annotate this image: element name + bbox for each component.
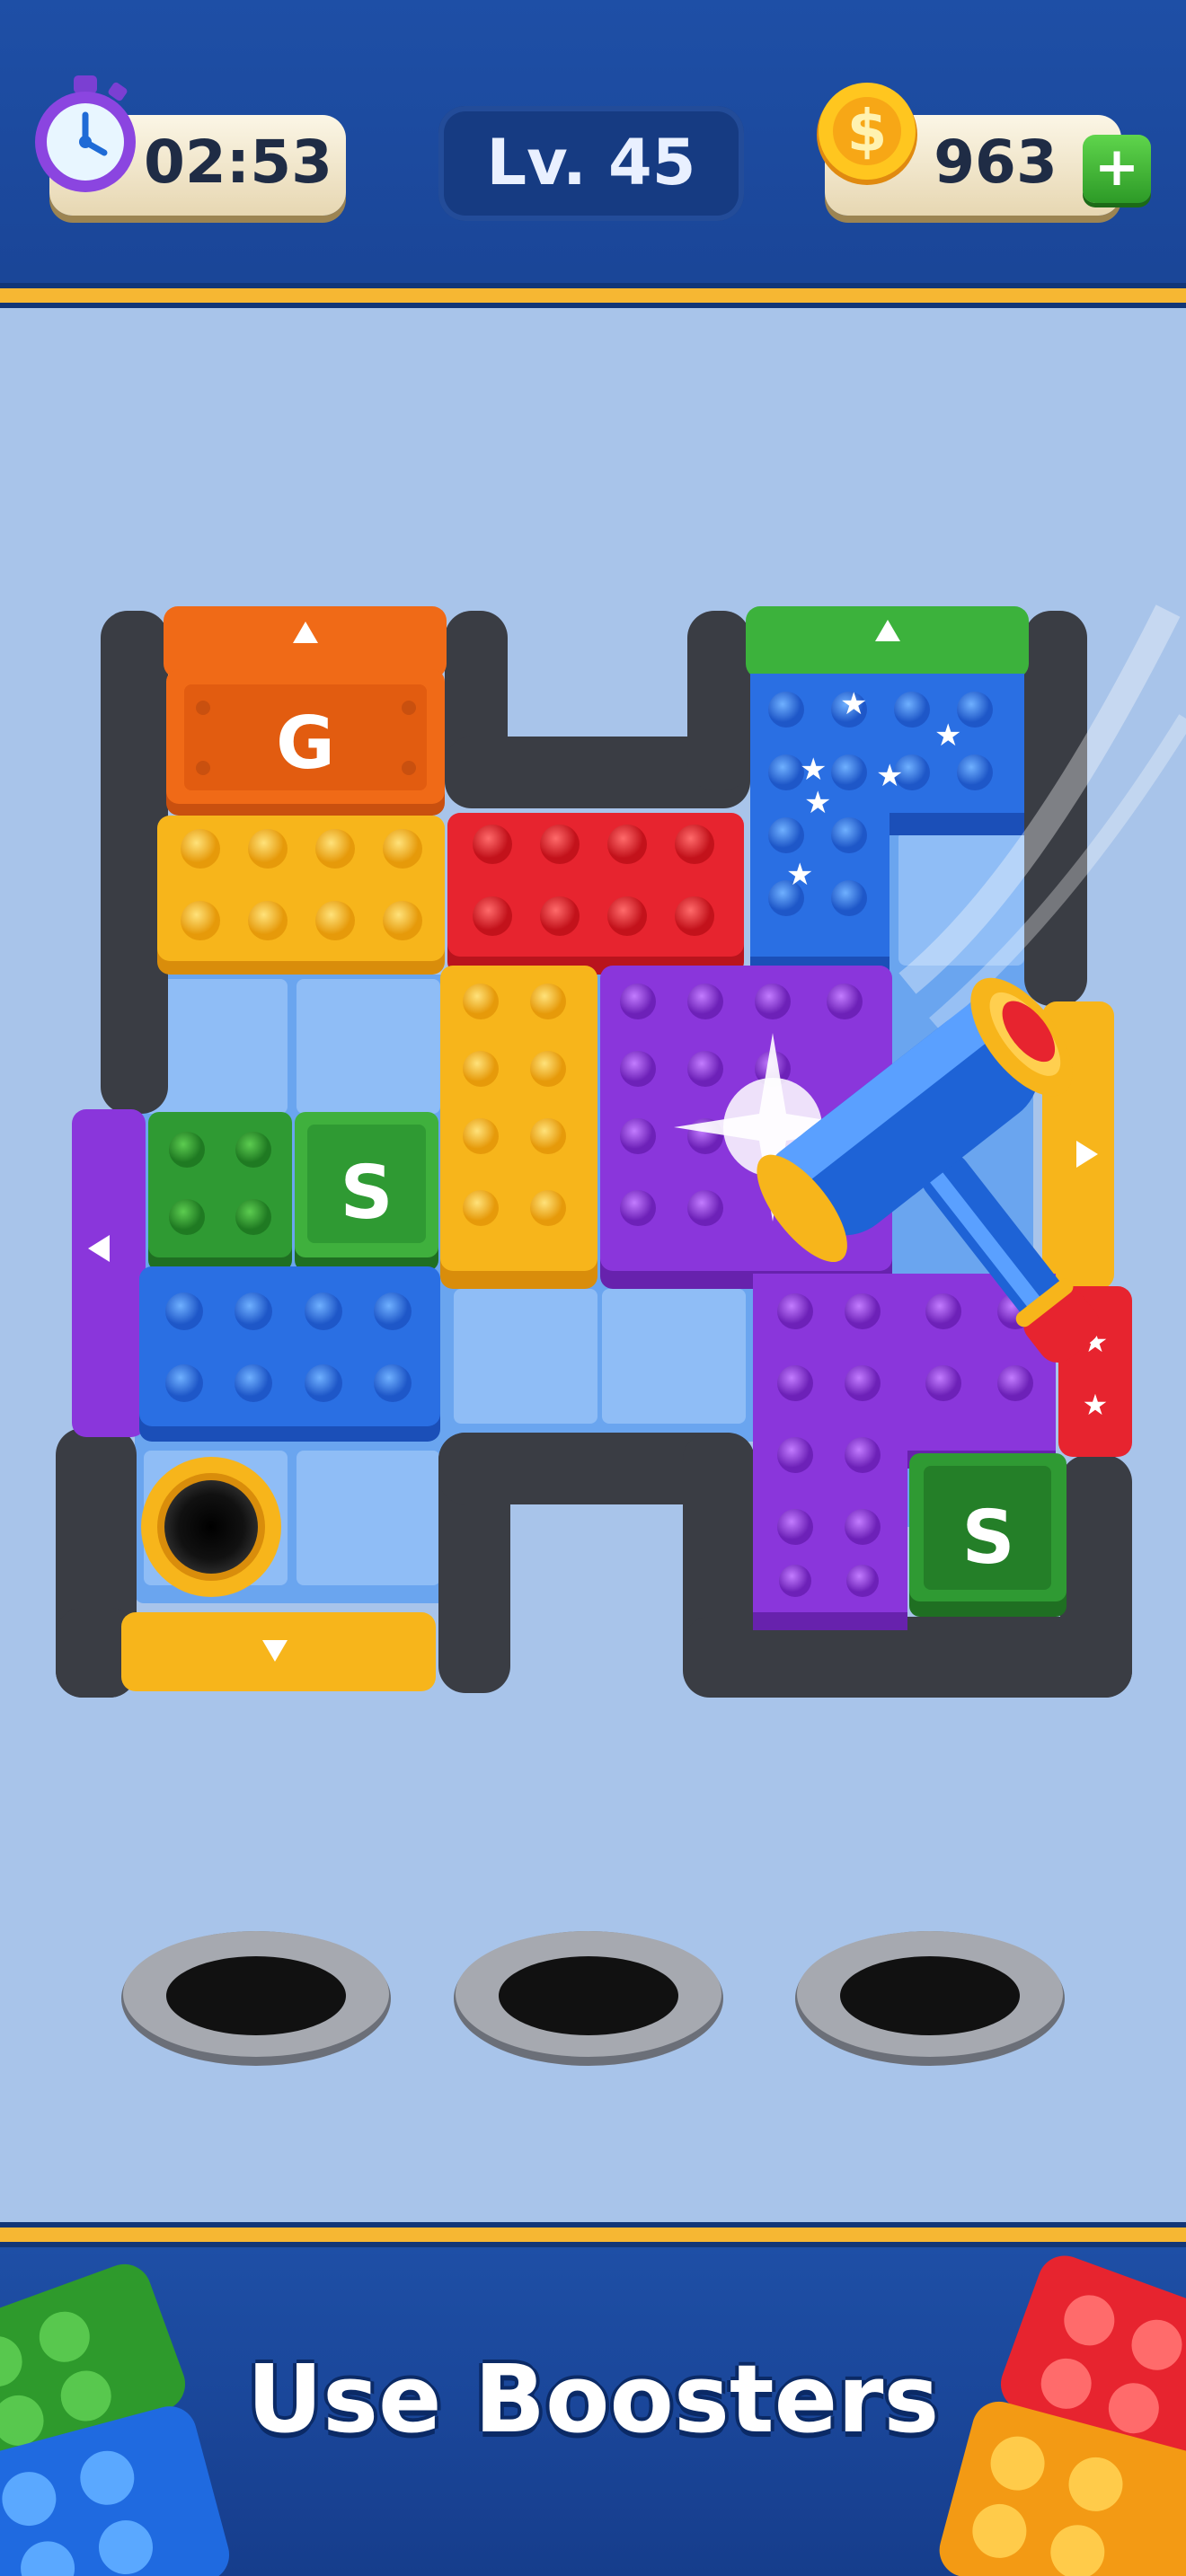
block-green-s-left[interactable]: S (295, 1112, 438, 1271)
bottom-stripe (0, 2222, 1186, 2247)
block-letter-g: G (276, 701, 335, 785)
svg-text:★: ★ (1083, 1388, 1109, 1422)
exit-gate-left-purple (72, 1109, 146, 1437)
svg-text:★: ★ (876, 758, 903, 794)
svg-text:★: ★ (804, 785, 831, 821)
block-green[interactable] (148, 1112, 292, 1271)
svg-text:★: ★ (934, 718, 961, 754)
svg-text:★: ★ (786, 857, 813, 893)
exit-gate-top-orange (164, 606, 447, 678)
svg-text:★: ★ (840, 686, 867, 722)
block-letter-s-right: S (961, 1495, 1014, 1581)
block-blue-wide[interactable] (139, 1266, 440, 1442)
block-yellow-tall[interactable] (440, 966, 597, 1289)
collect-hole-3 (795, 1931, 1065, 2066)
collect-hole-1 (121, 1931, 391, 2066)
exit-gate-top-green (746, 606, 1029, 678)
svg-text:★: ★ (800, 752, 827, 788)
block-yellow-wide[interactable] (157, 816, 445, 975)
block-red[interactable] (447, 813, 744, 975)
banner-title: Use Boosters (246, 2344, 940, 2454)
block-orange-g[interactable]: G (166, 669, 445, 816)
collect-hole-2 (454, 1931, 723, 2066)
block-letter-s-left: S (340, 1151, 393, 1236)
board-hole (141, 1457, 281, 1597)
game-board: ★ ★ G ★★★ ★★★ S S (56, 604, 1186, 2066)
block-green-s-right[interactable]: S (909, 1453, 1067, 1617)
exit-gate-bottom-yellow (121, 1612, 436, 1691)
